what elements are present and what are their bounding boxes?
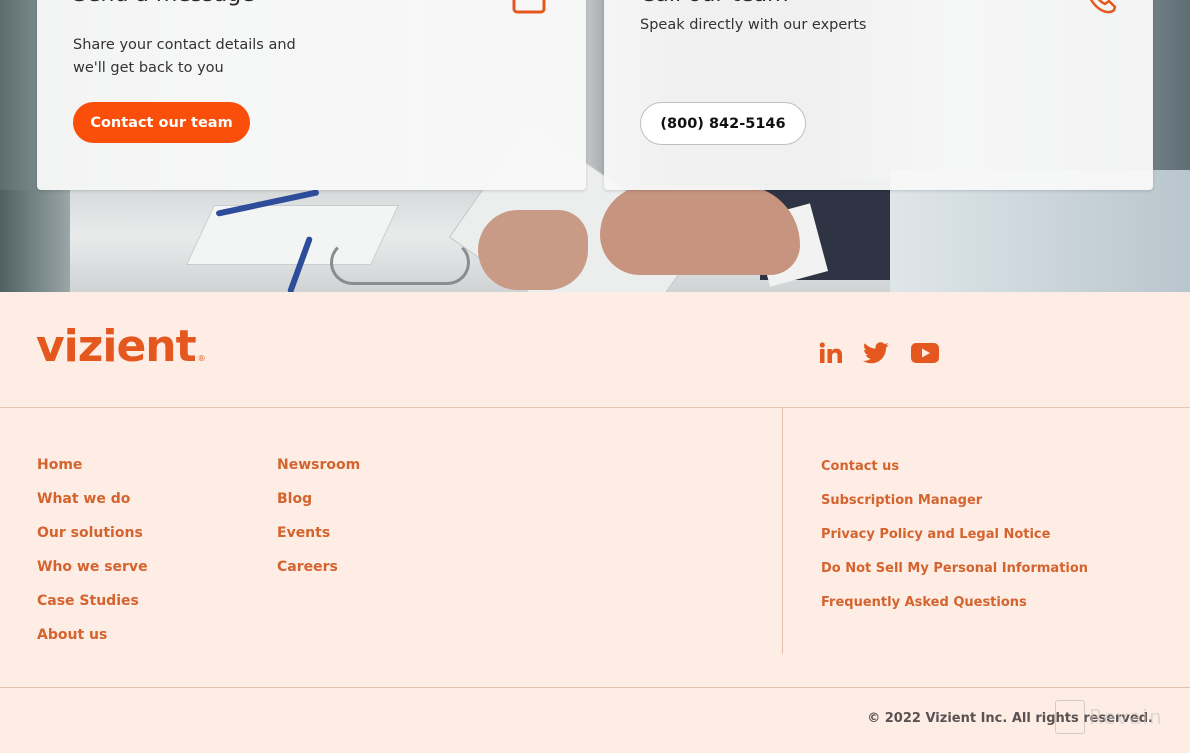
hand-image	[600, 185, 800, 275]
footer-link-about-us[interactable]: About us	[37, 627, 107, 643]
phone-icon	[1082, 0, 1118, 16]
column-divider	[782, 408, 783, 654]
watermark-text: Revain	[1089, 705, 1163, 729]
footer-link-do-not-sell[interactable]: Do Not Sell My Personal Information	[821, 561, 1088, 576]
youtube-icon	[911, 343, 939, 367]
twitter-link[interactable]	[863, 342, 889, 368]
linkedin-link[interactable]	[818, 342, 844, 368]
card-description: Speak directly with our experts	[640, 17, 867, 33]
footer-link-case-studies[interactable]: Case Studies	[37, 593, 139, 609]
registered-mark: ®	[197, 354, 206, 363]
glasses-image	[330, 240, 470, 285]
hero-background-photo: Send a message Share your contact detail…	[0, 0, 1190, 292]
footer-link-who-we-serve[interactable]: Who we serve	[37, 559, 148, 575]
card-title: Call our team	[640, 0, 789, 8]
footer-link-contact-us[interactable]: Contact us	[821, 459, 899, 474]
hand-image	[478, 210, 588, 290]
card-title: Send a message	[73, 0, 255, 8]
footer-link-newsroom[interactable]: Newsroom	[277, 457, 360, 473]
footer-link-subscription-manager[interactable]: Subscription Manager	[821, 493, 982, 508]
logo-text: vizient	[36, 321, 197, 372]
twitter-icon	[863, 342, 889, 368]
footer-nav-secondary: Newsroom Blog Events Careers	[277, 454, 360, 590]
footer-link-privacy-policy[interactable]: Privacy Policy and Legal Notice	[821, 527, 1050, 542]
phone-number-button[interactable]: (800) 842-5146	[640, 102, 806, 145]
footer-link-home[interactable]: Home	[37, 457, 82, 473]
background-wall	[0, 190, 70, 292]
envelope-icon	[511, 0, 547, 16]
footer-bottom-divider	[0, 687, 1190, 688]
footer-link-careers[interactable]: Careers	[277, 559, 338, 575]
call-team-card: Call our team Speak directly with our ex…	[604, 0, 1153, 190]
watermark: Revain	[1055, 700, 1163, 734]
footer-nav-primary: Home What we do Our solutions Who we ser…	[37, 454, 148, 658]
footer-nav-legal: Contact us Subscription Manager Privacy …	[821, 455, 1088, 625]
footer-link-blog[interactable]: Blog	[277, 491, 312, 507]
contact-our-team-button[interactable]: Contact our team	[73, 102, 250, 143]
card-description: Share your contact details and we'll get…	[73, 37, 296, 76]
watermark-logo-icon	[1055, 700, 1085, 734]
youtube-link[interactable]	[910, 342, 940, 368]
send-message-card: Send a message Share your contact detail…	[37, 0, 586, 190]
footer-link-faq[interactable]: Frequently Asked Questions	[821, 595, 1027, 610]
footer-link-events[interactable]: Events	[277, 525, 330, 541]
linkedin-icon	[819, 342, 843, 368]
vizient-logo[interactable]: vizient ®	[36, 322, 206, 384]
footer-link-what-we-do[interactable]: What we do	[37, 491, 130, 507]
footer-link-our-solutions[interactable]: Our solutions	[37, 525, 143, 541]
